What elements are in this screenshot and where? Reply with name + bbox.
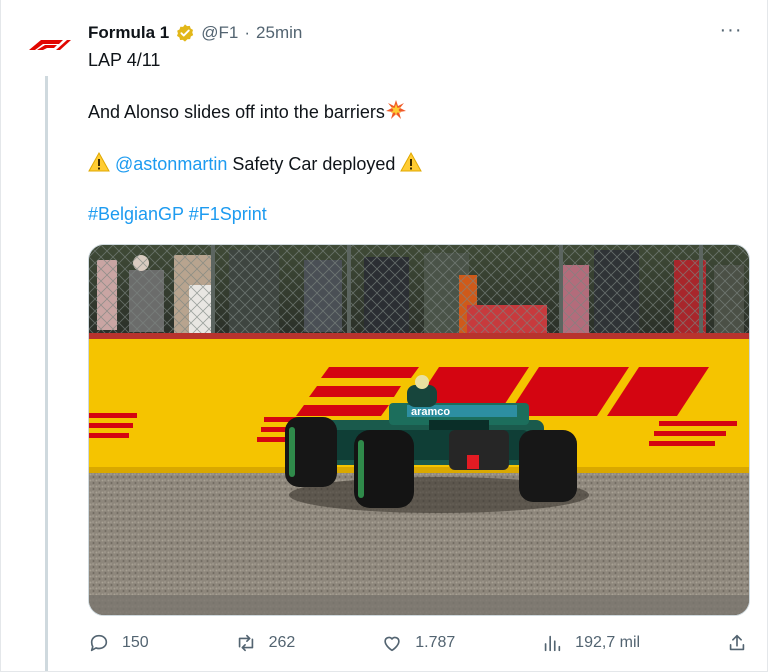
race-photo: aramco	[89, 245, 749, 615]
action-bar: 150 262 1.787 192,7 mil	[88, 628, 748, 658]
collision-emoji-icon	[385, 100, 406, 119]
views-button[interactable]: 192,7 mil	[541, 632, 640, 654]
hashtag-f1sprint[interactable]: #F1Sprint	[189, 204, 267, 224]
tweet-line-alonso: And Alonso slides off into the barriers	[88, 99, 407, 124]
share-icon	[729, 634, 745, 651]
like-count: 1.787	[415, 634, 456, 651]
reply-icon	[90, 634, 108, 652]
share-button[interactable]	[726, 632, 748, 654]
thread-line	[45, 76, 48, 671]
hashtags: #BelgianGP #F1Sprint	[88, 202, 267, 226]
verified-badge-icon	[177, 24, 194, 42]
handle[interactable]: @F1	[201, 23, 238, 43]
reply-count: 150	[122, 634, 149, 651]
f1-logo-icon	[23, 20, 73, 70]
warning-emoji-icon	[88, 151, 110, 172]
more-icon: ···	[719, 19, 743, 41]
reply-button[interactable]: 150	[88, 632, 149, 654]
warning-emoji-icon	[400, 151, 423, 172]
views-count: 192,7 mil	[575, 634, 641, 651]
sponsor-text: aramco	[411, 406, 450, 418]
separator-dot: ·	[244, 23, 251, 42]
tweet-media[interactable]: aramco	[88, 244, 750, 616]
timestamp[interactable]: 25min	[256, 23, 302, 43]
views-chart-icon	[544, 635, 561, 652]
repost-button[interactable]: 262	[235, 632, 296, 654]
mention-link[interactable]: @astonmartin	[115, 154, 227, 174]
avatar[interactable]	[23, 20, 73, 70]
tweet-line-safety-car: @astonmartin Safety Car deployed	[88, 151, 423, 176]
tweet-header: Formula 1 @F1 · 25min	[88, 21, 302, 45]
hashtag-belgiangp[interactable]: #BelgianGP	[88, 204, 184, 224]
display-name[interactable]: Formula 1	[88, 23, 169, 43]
more-options-button[interactable]: ···	[717, 20, 745, 44]
tweet-card[interactable]: Formula 1 @F1 · 25min ··· LAP 4/11 And A…	[0, 0, 768, 672]
heart-icon	[384, 636, 400, 652]
tweet-line-alonso-text: And Alonso slides off into the barriers	[88, 102, 385, 122]
like-button[interactable]: 1.787	[381, 632, 455, 654]
repost-icon	[238, 634, 253, 652]
repost-count: 262	[268, 634, 296, 651]
tweet-line-lap: LAP 4/11	[88, 50, 161, 70]
safety-car-text: Safety Car deployed	[227, 154, 401, 174]
